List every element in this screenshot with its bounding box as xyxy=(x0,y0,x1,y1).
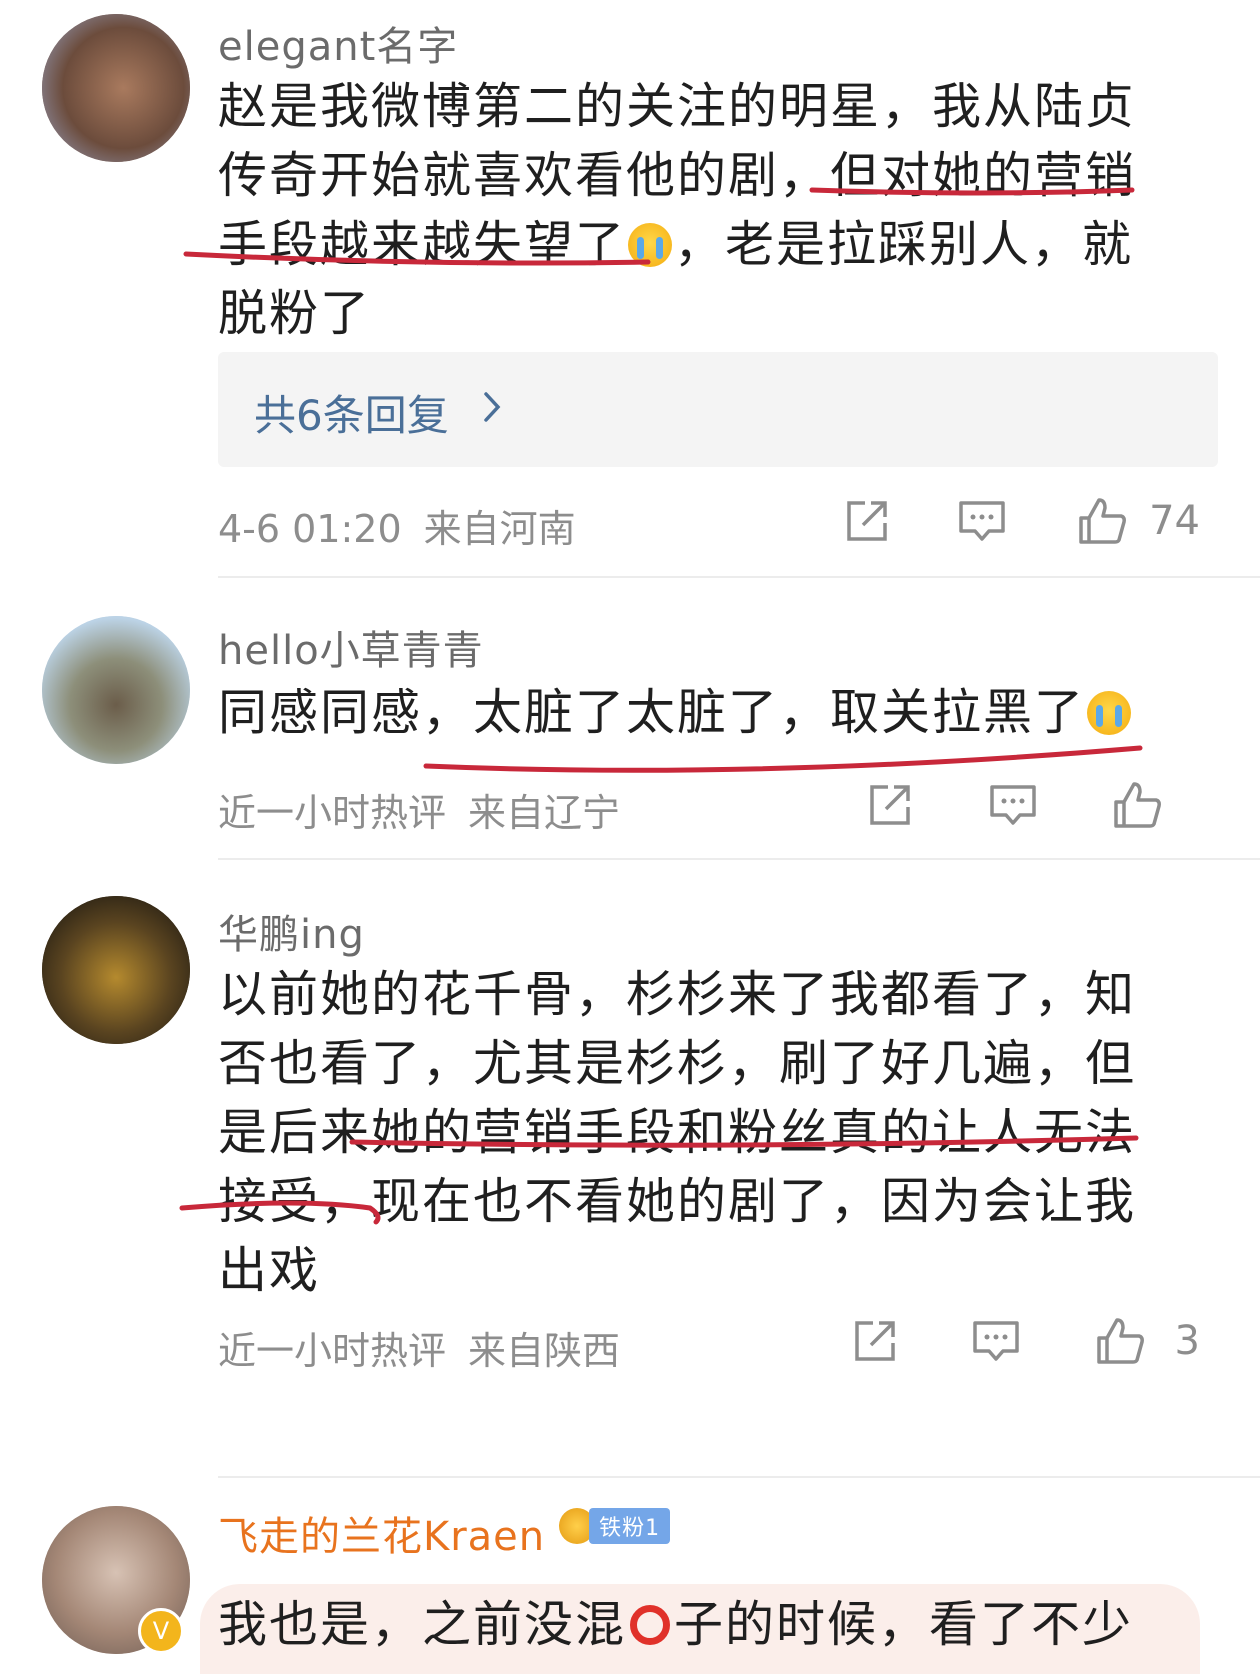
like-button[interactable]: 74 xyxy=(1077,496,1200,546)
share-button[interactable] xyxy=(866,781,914,829)
timestamp: 近一小时热评 xyxy=(218,791,447,835)
comment-meta: 近一小时热评 来自辽宁 xyxy=(218,782,620,837)
comment-item: elegant名字 赵是我微博第二的关注的明星，我从陆贞传奇开始就喜欢看他的剧，… xyxy=(0,0,1260,580)
like-count: 74 xyxy=(1149,498,1200,544)
crying-emoji-icon xyxy=(628,223,673,267)
chevron-right-icon xyxy=(484,392,501,422)
username[interactable]: hello小草青青 xyxy=(218,618,484,676)
location: 来自陕西 xyxy=(468,1329,621,1373)
share-icon xyxy=(870,785,910,825)
comment-text: 我也是，之前没混 子的时候，看了不少 xyxy=(218,1596,1134,1653)
avatar[interactable] xyxy=(42,616,190,764)
thumbs-up-icon xyxy=(1114,782,1161,828)
fan-badge[interactable]: 铁粉1 xyxy=(559,1508,671,1544)
comment-item: 华鹏ing 以前她的花千骨，杉杉来了我都看了，知否也看了，尤其是杉杉，刷了好几遍… xyxy=(0,860,1260,1478)
avatar[interactable] xyxy=(42,14,190,162)
share-icon xyxy=(847,501,887,541)
comment-button[interactable] xyxy=(988,781,1038,829)
replies-label: 共6条回复 xyxy=(254,391,449,440)
verified-v-icon: V xyxy=(138,1608,184,1654)
comment-button[interactable] xyxy=(957,497,1007,545)
timestamp: 近一小时热评 xyxy=(218,1329,447,1373)
comment-button[interactable] xyxy=(971,1317,1021,1365)
share-button[interactable] xyxy=(843,497,891,545)
like-button[interactable]: 3 xyxy=(1095,1316,1200,1366)
divider xyxy=(218,576,1260,578)
crying-emoji-icon xyxy=(1087,691,1132,735)
comment-icon xyxy=(990,785,1036,825)
thumbs-up-icon xyxy=(1079,498,1127,544)
red-circle-icon xyxy=(630,1605,671,1645)
comment-text: 赵是我微博第二的关注的明星，我从陆贞传奇开始就喜欢看他的剧，但对她的营销手段越来… xyxy=(218,78,1137,342)
fan-badge-label: 铁粉1 xyxy=(589,1508,671,1544)
share-icon xyxy=(854,1321,895,1361)
comment-icon xyxy=(972,1321,1019,1361)
comment-text: 以前她的花千骨，杉杉来了我都看了，知否也看了，尤其是杉杉，刷了好几遍，但是后来她… xyxy=(218,966,1137,1299)
comment-text: 同感同感，太脏了太脏了，取关拉黑了 xyxy=(218,678,1178,747)
comment-meta: 4-6 01:20 来自河南 xyxy=(218,498,576,553)
location: 来自辽宁 xyxy=(468,791,621,835)
username[interactable]: 华鹏ing xyxy=(218,902,365,960)
username[interactable]: 飞走的兰花Kraen 铁粉1 xyxy=(218,1504,671,1562)
avatar[interactable] xyxy=(42,896,190,1044)
share-button[interactable] xyxy=(851,1317,899,1365)
like-button[interactable] xyxy=(1112,780,1164,830)
comment-meta: 近一小时热评 来自陕西 xyxy=(218,1320,620,1375)
replies-link[interactable]: 共6条回复 xyxy=(218,352,1218,467)
like-count: 3 xyxy=(1174,1318,1200,1364)
username[interactable]: elegant名字 xyxy=(218,14,458,72)
thumbs-up-icon xyxy=(1096,1318,1144,1364)
comment-icon xyxy=(959,501,1005,541)
timestamp: 4-6 01:20 xyxy=(218,507,402,551)
comment-item: hello小草青青 同感同感，太脏了太脏了，取关拉黑了 近一小时热评 来自辽宁 xyxy=(0,580,1260,860)
location: 来自河南 xyxy=(423,507,576,551)
